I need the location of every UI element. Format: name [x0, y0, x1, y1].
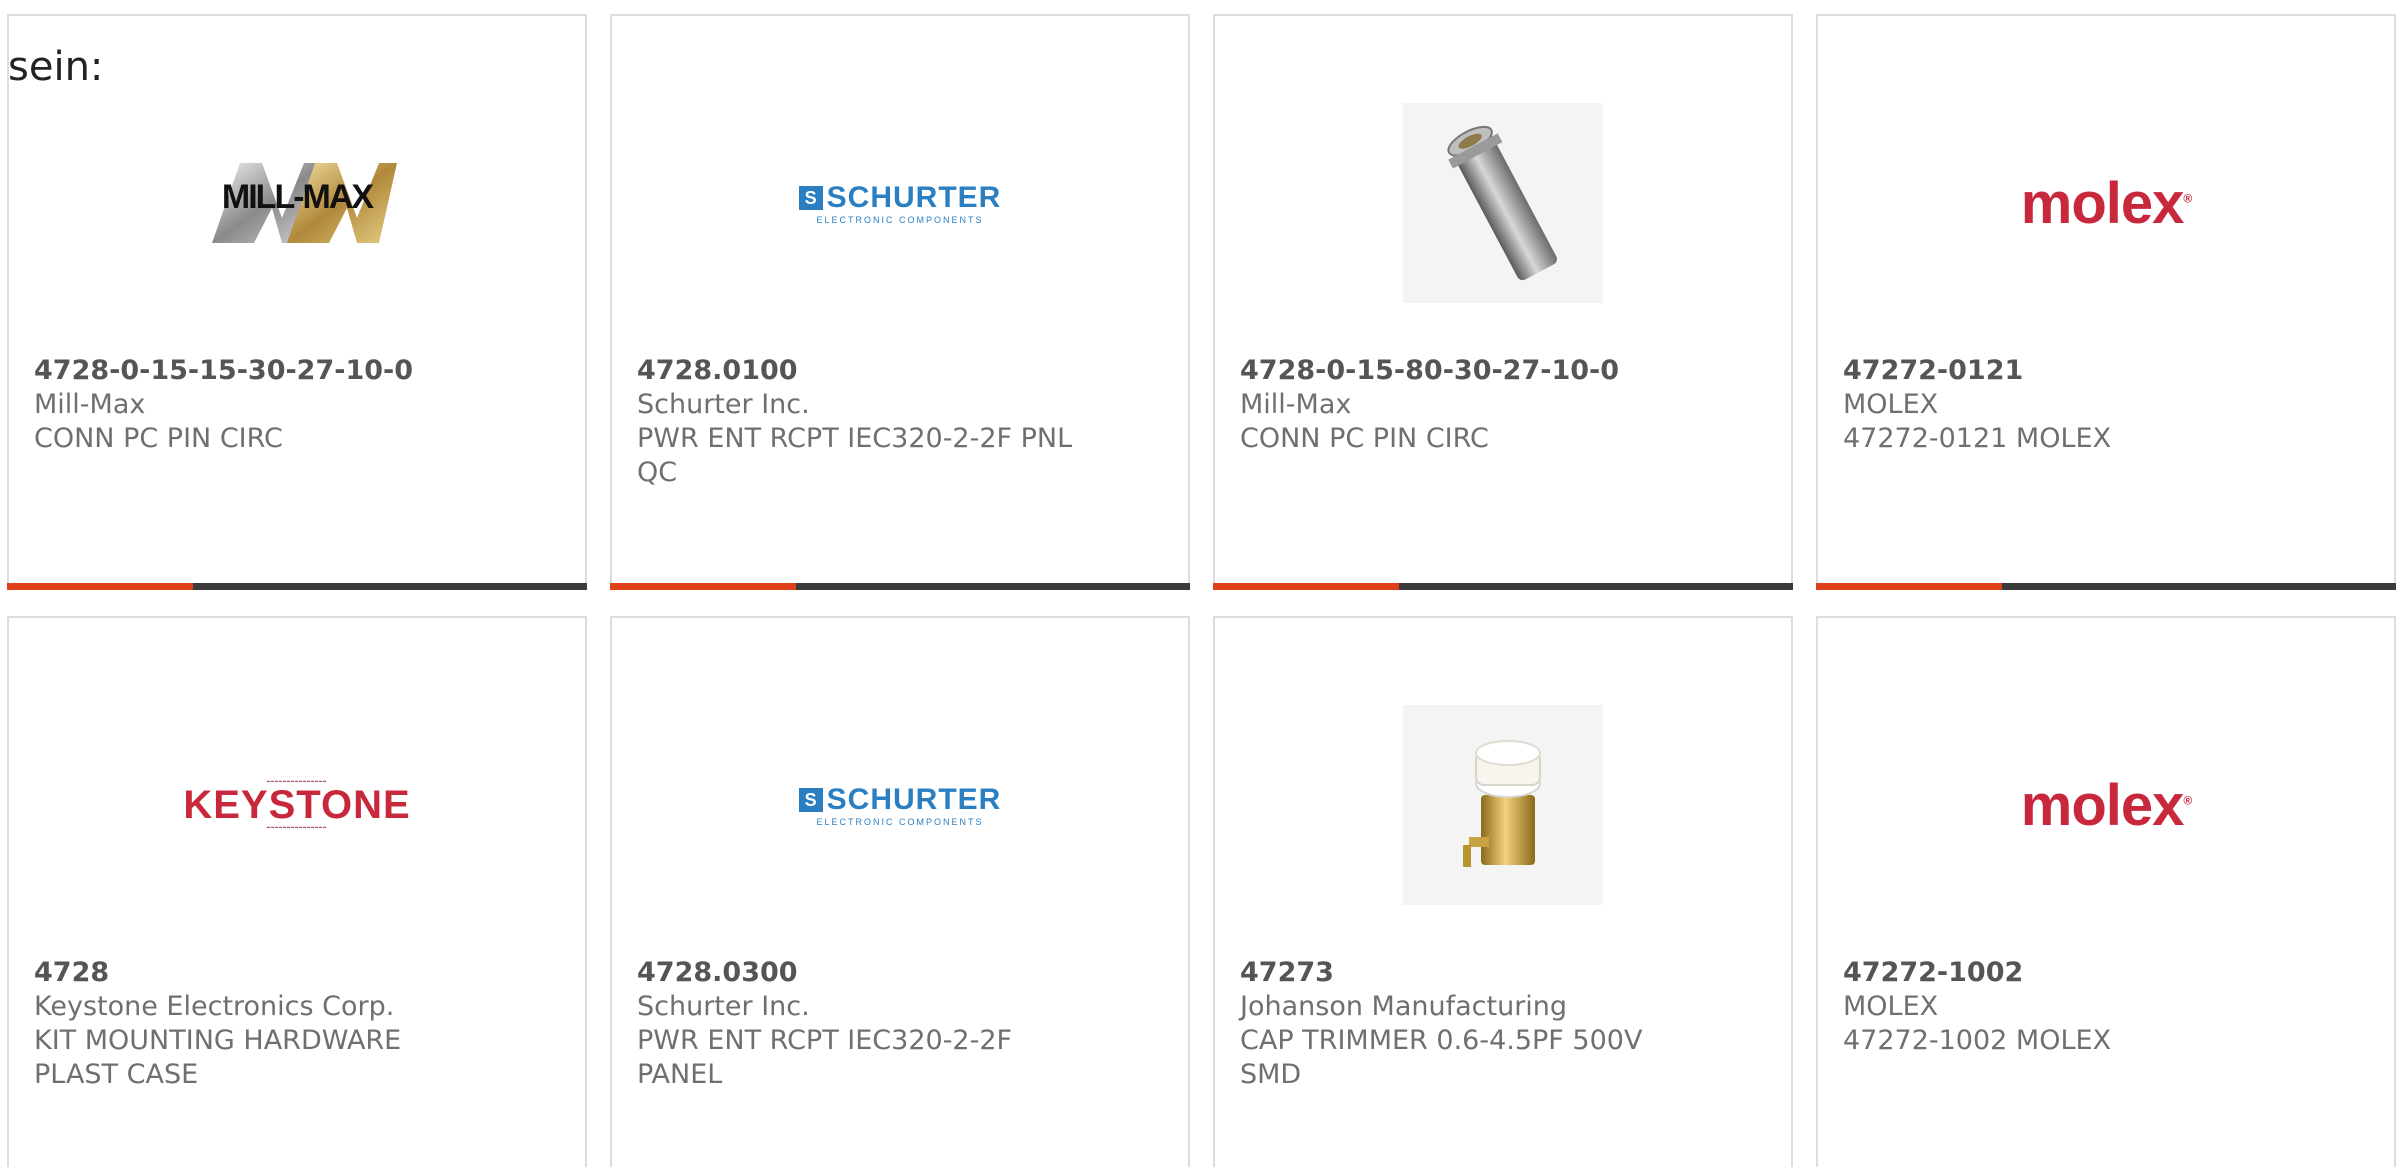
product-info: 4728-0-15-80-30-27-10-0 Mill-Max CONN PC… [1240, 354, 1680, 456]
molex-logo-text: molex [2020, 170, 2185, 236]
schurter-logo-name: SCHURTER [826, 181, 1002, 214]
product-image[interactable]: molex® [1818, 78, 2394, 328]
schurter-logo-name: SCHURTER [826, 783, 1002, 816]
product-image[interactable]: S SCHURTER ELECTRONIC COMPONENTS [612, 680, 1188, 930]
schurter-logo-subtext: ELECTRONIC COMPONENTS [816, 215, 984, 225]
part-number-link[interactable]: 4728 [34, 956, 474, 990]
product-description: PWR ENT RCPT IEC320-2-2F PANEL [637, 1025, 1013, 1090]
product-description: KIT MOUNTING HARDWARE PLAST CASE [34, 1025, 402, 1090]
progress-bar [610, 583, 1190, 590]
manufacturer-name: Schurter Inc. [637, 389, 810, 420]
keystone-logo-name: KEYSTONE [183, 783, 411, 827]
mill-max-logo-text: MILL-MAX [221, 178, 374, 216]
product-description: CONN PC PIN CIRC [34, 423, 283, 454]
molex-logo: molex® [2020, 170, 2192, 236]
product-card[interactable]: molex® 47272-0121 MOLEX 47272-0121 MOLEX [1816, 14, 2396, 590]
product-info: 47273 Johanson Manufacturing CAP TRIMMER… [1240, 956, 1680, 1092]
progress-bar-fill [1213, 583, 1399, 590]
manufacturer-name: Mill-Max [1240, 389, 1352, 420]
product-grid-page: sein: MILL-MAX 4728-0-15-15-30-27-10-0 M… [0, 0, 2400, 1167]
product-description: CAP TRIMMER 0.6-4.5PF 500V SMD [1240, 1025, 1643, 1090]
product-info: 47272-0121 MOLEX 47272-0121 MOLEX [1843, 354, 2283, 456]
manufacturer-name: MOLEX [1843, 389, 1939, 420]
product-image[interactable]: S SCHURTER ELECTRONIC COMPONENTS [612, 78, 1188, 328]
schurter-logo: S SCHURTER ELECTRONIC COMPONENTS [798, 181, 1002, 225]
molex-logo: molex® [2020, 772, 2192, 838]
part-number-link[interactable]: 4728.0300 [637, 956, 1077, 990]
product-info: 4728 Keystone Electronics Corp. KIT MOUN… [34, 956, 474, 1092]
part-number-link[interactable]: 47272-0121 [1843, 354, 2283, 388]
product-info: 4728.0100 Schurter Inc. PWR ENT RCPT IEC… [637, 354, 1077, 490]
product-description: PWR ENT RCPT IEC320-2-2F PNL QC [637, 423, 1073, 488]
product-card[interactable]: ━━━━━━━━━━━━━━━ KEYSTONE ━━━━━━━━━━━━━━━… [7, 616, 587, 1167]
keystone-logo: ━━━━━━━━━━━━━━━ KEYSTONE ━━━━━━━━━━━━━━━ [183, 779, 410, 831]
manufacturer-name: Mill-Max [34, 389, 146, 420]
pc-pin-photo [1403, 103, 1603, 303]
manufacturer-name: Keystone Electronics Corp. [34, 991, 395, 1022]
schurter-logo-subtext: ELECTRONIC COMPONENTS [816, 817, 984, 827]
intro-text: sein: [8, 44, 104, 90]
manufacturer-name: Johanson Manufacturing [1240, 991, 1568, 1022]
molex-logo-text: molex [2020, 772, 2185, 838]
product-image[interactable] [1215, 680, 1791, 930]
schurter-s-icon: S [798, 186, 823, 210]
product-image[interactable] [1215, 78, 1791, 328]
progress-bar-fill [610, 583, 796, 590]
part-number-link[interactable]: 47273 [1240, 956, 1680, 990]
product-info: 4728.0300 Schurter Inc. PWR ENT RCPT IEC… [637, 956, 1077, 1092]
progress-bar-fill [1816, 583, 2002, 590]
trimmer-capacitor-photo [1403, 705, 1603, 905]
manufacturer-name: MOLEX [1843, 991, 1939, 1022]
product-card[interactable]: molex® 47272-1002 MOLEX 47272-1002 MOLEX [1816, 616, 2396, 1167]
manufacturer-name: Schurter Inc. [637, 991, 810, 1022]
product-card[interactable]: S SCHURTER ELECTRONIC COMPONENTS 4728.01… [610, 14, 1190, 590]
product-info: 47272-1002 MOLEX 47272-1002 MOLEX [1843, 956, 2283, 1058]
schurter-s-icon: S [798, 788, 823, 812]
schurter-logo: S SCHURTER ELECTRONIC COMPONENTS [798, 783, 1002, 827]
part-number-link[interactable]: 4728.0100 [637, 354, 1077, 388]
product-description: CONN PC PIN CIRC [1240, 423, 1489, 454]
product-image[interactable]: MILL-MAX [9, 78, 585, 328]
progress-bar-fill [7, 583, 193, 590]
progress-bar [1816, 583, 2396, 590]
progress-bar [1213, 583, 1793, 590]
product-info: 4728-0-15-15-30-27-10-0 Mill-Max CONN PC… [34, 354, 474, 456]
part-number-link[interactable]: 47272-1002 [1843, 956, 2283, 990]
part-number-link[interactable]: 4728-0-15-80-30-27-10-0 [1240, 354, 1680, 388]
product-card[interactable]: 4728-0-15-80-30-27-10-0 Mill-Max CONN PC… [1213, 14, 1793, 590]
part-number-link[interactable]: 4728-0-15-15-30-27-10-0 [34, 354, 474, 388]
product-card[interactable]: MILL-MAX 4728-0-15-15-30-27-10-0 Mill-Ma… [7, 14, 587, 590]
product-description: 47272-1002 MOLEX [1843, 1025, 2112, 1056]
product-image[interactable]: molex® [1818, 680, 2394, 930]
product-card[interactable]: 47273 Johanson Manufacturing CAP TRIMMER… [1213, 616, 1793, 1167]
product-card[interactable]: S SCHURTER ELECTRONIC COMPONENTS 4728.03… [610, 616, 1190, 1167]
product-image[interactable]: ━━━━━━━━━━━━━━━ KEYSTONE ━━━━━━━━━━━━━━━ [9, 680, 585, 930]
keystone-logo-url: ━━━━━━━━━━━━━━━ [266, 825, 328, 831]
product-description: 47272-0121 MOLEX [1843, 423, 2112, 454]
product-grid: MILL-MAX 4728-0-15-15-30-27-10-0 Mill-Ma… [7, 14, 2400, 1167]
progress-bar [7, 583, 587, 590]
